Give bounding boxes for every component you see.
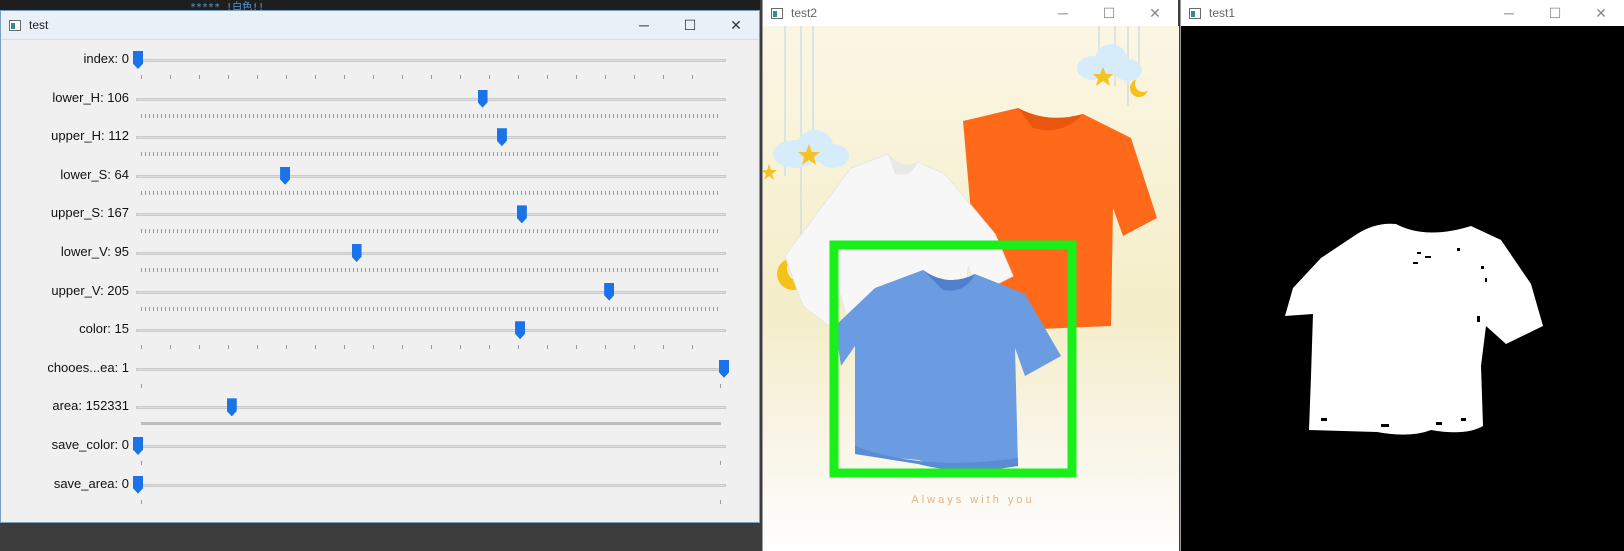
app-window-icon [771,7,783,19]
trackbar-row: chooes...ea: 1 [1,358,761,398]
minimize-button[interactable]: ─ [621,11,667,39]
trackbar-track[interactable] [136,367,726,371]
trackbar-ticks [141,422,721,426]
title-bar[interactable]: test2 ─ ☐ ✕ [763,0,1178,26]
trackbar-thumb[interactable] [226,398,237,417]
trackbar-label: lower_S: 64 [60,166,129,182]
trackbar-thumb[interactable] [719,359,729,378]
trackbar-row: lower_V: 95 [1,242,761,282]
mask-window: test1 ─ ☐ ✕ [1180,0,1624,551]
trackbar-thumb[interactable] [133,437,143,455]
trackbar-track[interactable] [136,483,726,487]
preview-window: test2 ─ ☐ ✕ Always with you [762,0,1179,551]
window-title: test2 [791,6,818,20]
trackbar-track[interactable] [136,252,726,255]
trackbar-thumb[interactable] [516,205,527,224]
trackbar-thumb[interactable] [280,166,291,185]
tshirt-photo [763,26,1157,478]
trackbar-track[interactable] [136,213,726,217]
minimize-button[interactable]: ─ [1486,0,1532,26]
maximize-button[interactable]: ☐ [667,11,713,39]
close-button[interactable]: ✕ [1132,0,1178,26]
trackbar-label: save_color: 0 [51,437,129,452]
trackbar-thumb[interactable] [496,128,507,147]
trackbar-thumb[interactable] [133,475,143,494]
trackbar-ticks [141,461,721,465]
background-editor-strip: ***** !白色!! [0,0,760,13]
trackbar-label: upper_S: 167 [50,205,129,221]
trackbar-track[interactable] [136,290,726,294]
trackbar-track[interactable] [136,59,726,62]
trackbar-thumb[interactable] [515,321,526,340]
maximize-button[interactable]: ☐ [1086,0,1132,26]
trackbar-label: lower_V: 95 [60,244,129,259]
trackbar-ticks [141,268,721,272]
trackbar-row: upper_H: 112 [1,126,761,166]
title-bar[interactable]: test1 ─ ☐ ✕ [1181,0,1624,26]
trackbar-label: chooes...ea: 1 [47,359,129,375]
trackbar-ticks [141,152,721,157]
trackbar-track[interactable] [136,329,726,333]
trackbar-track[interactable] [136,97,726,101]
app-window-icon [9,19,21,31]
trackbar-window: test ─ ☐ ✕ index: 0 lower_H: 106 upper_H: … [0,10,760,523]
trackbar-ticks [141,190,721,195]
title-bar[interactable]: test ─ ☐ ✕ [1,11,759,40]
trackbar-label: color: 15 [79,321,129,337]
trackbar-track[interactable] [136,136,726,140]
trackbar-ticks [141,345,721,350]
trackbar-label: save_area: 0 [53,475,129,491]
close-button[interactable]: ✕ [713,11,759,39]
mask-image [1181,26,1624,551]
trackbar-row: save_color: 0 [1,435,761,475]
app-window-icon [1189,7,1201,19]
trackbar-row: upper_S: 167 [1,203,761,243]
blue-tshirt [835,270,1061,469]
trackbar-row: save_area: 0 [1,474,761,514]
trackbar-row: upper_V: 205 [1,281,761,321]
trackbar-row: lower_S: 64 [1,165,761,205]
trackbar-label: index: 0 [83,51,129,66]
window-title: test [29,18,49,32]
trackbar-thumb[interactable] [604,282,615,301]
trackbar-ticks [141,75,721,79]
mask-canvas [1285,223,1543,435]
trackbar-label: upper_V: 205 [51,282,129,298]
window-title: test1 [1209,6,1236,20]
trackbar-row: lower_H: 106 [1,88,761,128]
close-button[interactable]: ✕ [1578,0,1624,26]
trackbar-thumb[interactable] [351,244,362,262]
tshirt-mask-shape [1285,223,1543,435]
trackbar-row: index: 0 [1,49,761,89]
trackbar-ticks [141,383,721,388]
tagline-text: Always with you [911,494,1035,506]
trackbar-row: area: 152331 [1,396,761,436]
trackbar-label: lower_H: 106 [52,89,129,105]
trackbar-track[interactable] [136,174,726,178]
preview-image: Always with you [763,26,1179,551]
trackbar-track[interactable] [136,406,726,410]
trackbar-ticks [141,499,721,504]
trackbar-ticks [141,229,721,234]
trackbar-track[interactable] [136,445,726,448]
trackbar-ticks [141,113,721,118]
minimize-button[interactable]: ─ [1040,0,1086,26]
trackbar-ticks [141,306,721,311]
trackbar-row: color: 15 [1,319,761,359]
trackbar-label: upper_H: 112 [51,128,129,144]
trackbar-label: area: 152331 [52,398,129,414]
trackbar-thumb[interactable] [477,89,488,108]
maximize-button[interactable]: ☐ [1532,0,1578,26]
trackbar-thumb[interactable] [133,51,143,69]
